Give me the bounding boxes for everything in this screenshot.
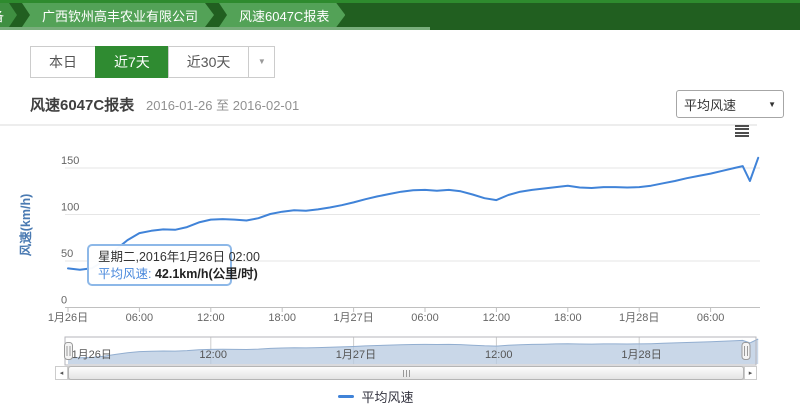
left-arrow-icon: ◂	[60, 369, 64, 377]
hamburger-bar	[735, 132, 749, 134]
y-tick-label: 0	[61, 295, 67, 307]
chart-legend: 平均风速	[0, 387, 752, 406]
navigator-handle-right[interactable]	[742, 343, 750, 360]
x-tick-label: 12:00	[197, 312, 225, 324]
x-tick-label: 1月28日	[619, 312, 659, 324]
y-axis-title: 风速(km/h)	[18, 194, 33, 257]
navigator-label: 12:00	[485, 349, 513, 361]
chart-tooltip: 星期二,2016年1月26日 02:00 平均风速: 42.1km/h(公里/时…	[87, 244, 232, 286]
scrollbar-left-arrow[interactable]: ◂	[55, 366, 68, 380]
x-tick-label: 12:00	[483, 312, 511, 324]
y-tick-label: 150	[61, 155, 79, 167]
y-tick-label: 50	[61, 248, 73, 260]
tooltip-value-row: 平均风速: 42.1km/h(公里/时)	[98, 266, 230, 283]
x-tick-label: 18:00	[554, 312, 582, 324]
tooltip-value: 42.1km/h(公里/时)	[155, 267, 258, 281]
page: 备 广西钦州高丰农业有限公司 风速6047C报表 本日 近7天 近30天 ▼ 风…	[0, 0, 800, 420]
hamburger-bar	[735, 135, 749, 137]
navigator-scrollbar: ◂ ▸	[55, 366, 757, 380]
navigator-label: 1月27日	[336, 349, 376, 361]
x-tick-label: 06:00	[697, 312, 725, 324]
thumb-grip-icon	[406, 370, 407, 377]
scrollbar-thumb[interactable]	[68, 366, 744, 380]
chart-export-menu-icon[interactable]	[735, 125, 749, 137]
x-tick-label: 18:00	[268, 312, 296, 324]
thumb-grip-icon	[409, 370, 410, 377]
tooltip-datetime: 星期二,2016年1月26日 02:00	[98, 249, 230, 266]
legend-line-icon	[338, 395, 354, 398]
x-tick-label: 06:00	[126, 312, 154, 324]
thumb-grip-icon	[403, 370, 404, 377]
tooltip-series-label: 平均风速:	[98, 267, 155, 281]
scrollbar-right-arrow[interactable]: ▸	[744, 366, 757, 380]
hamburger-bar	[735, 125, 749, 127]
navigator-label: 1月26日	[72, 349, 112, 361]
navigator-label: 1月28日	[621, 349, 661, 361]
x-tick-label: 06:00	[411, 312, 439, 324]
y-tick-label: 100	[61, 202, 79, 214]
navigator-label: 12:00	[199, 349, 227, 361]
right-arrow-icon: ▸	[749, 369, 753, 377]
x-tick-label: 1月26日	[48, 312, 88, 324]
navigator-handle-left[interactable]	[65, 343, 73, 360]
x-tick-label: 1月27日	[333, 312, 373, 324]
legend-item-avg-wind-speed[interactable]: 平均风速	[338, 387, 413, 406]
hamburger-bar	[735, 128, 749, 130]
legend-label: 平均风速	[361, 387, 413, 406]
wind-speed-chart: 0 50 100 150 风速(km/h) 1月26日 06:00 12:00 18:00 1月2…	[0, 0, 800, 420]
